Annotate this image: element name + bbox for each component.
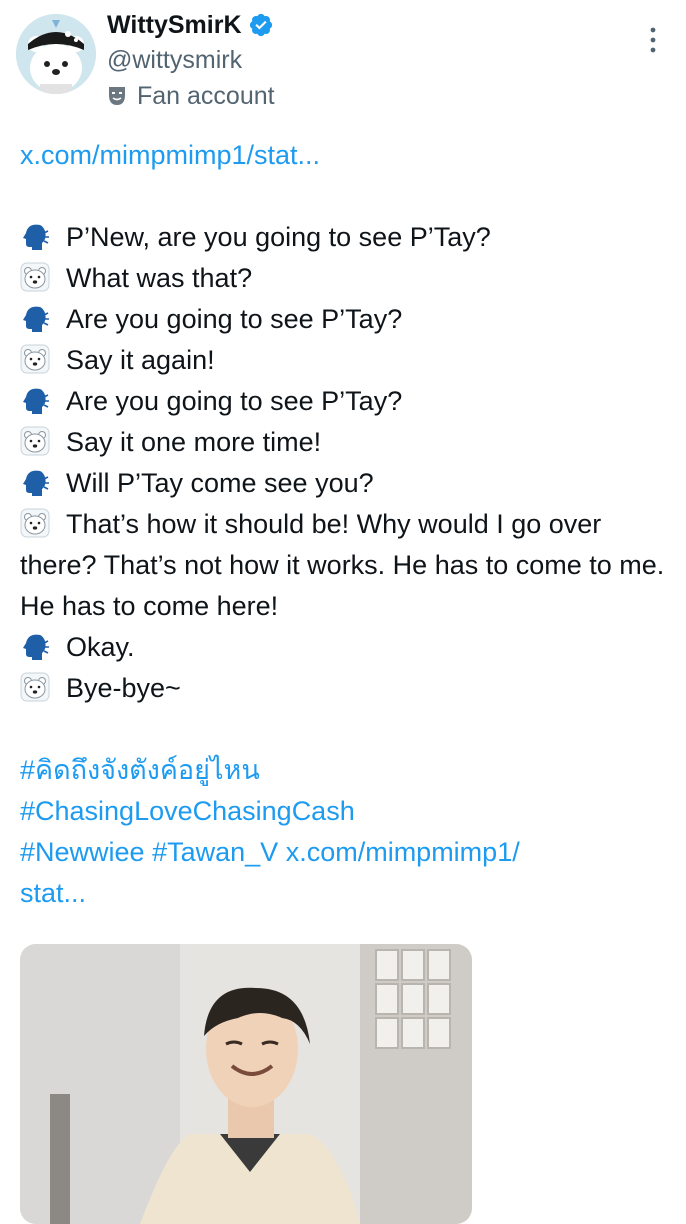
- user-handle[interactable]: @wittysmirk: [107, 44, 242, 76]
- fan-account-label: Fan account: [137, 82, 275, 110]
- polar-bear-icon: [20, 262, 50, 292]
- account-label: Fan account: [107, 80, 275, 112]
- dialogue-text: Bye-bye~: [66, 673, 181, 703]
- dialogue-line: P’New, are you going to see P’Tay?: [20, 217, 670, 258]
- dialogue-line: Bye-bye~: [20, 668, 670, 709]
- polar-bear-icon: [20, 508, 50, 538]
- dialogue-line: Are you going to see P’Tay?: [20, 381, 670, 422]
- dialogue-text: P’New, are you going to see P’Tay?: [66, 222, 491, 252]
- speaking-head-icon: [20, 221, 50, 251]
- dialogue-text: Are you going to see P’Tay?: [66, 386, 403, 416]
- theater-mask-icon: [107, 85, 127, 107]
- speaking-head-icon: [20, 303, 50, 333]
- polar-bear-icon: [20, 344, 50, 374]
- polar-bear-icon: [20, 672, 50, 702]
- name-row: WittySmirK: [107, 8, 274, 42]
- hashtag-link[interactable]: #ChasingLoveChasingCash: [20, 796, 355, 826]
- more-vertical-icon: [650, 27, 656, 53]
- dialogue-text: What was that?: [66, 263, 253, 293]
- dialogue-text: Say it one more time!: [66, 427, 322, 457]
- speaking-head-icon: [20, 467, 50, 497]
- tweet-link-top[interactable]: x.com/mimpmimp1/stat...: [20, 140, 320, 170]
- tweet-header: WittySmirK @wittysmirk Fan account: [0, 0, 686, 120]
- dialogue-line: Say it again!: [20, 340, 670, 381]
- dialogue-text: Will P’Tay come see you?: [66, 468, 374, 498]
- speaking-head-icon: [20, 631, 50, 661]
- hashtag-link[interactable]: #Newwiee: [20, 837, 145, 867]
- dialogue-text: Okay.: [66, 632, 135, 662]
- display-name[interactable]: WittySmirK: [107, 8, 242, 42]
- dialogue-text: That’s how it should be! Why would I go …: [20, 509, 665, 621]
- dialogue-line: Okay.: [20, 627, 670, 668]
- dialogue-line: Will P’Tay come see you?: [20, 463, 670, 504]
- hashtag-link[interactable]: #Tawan_V: [152, 837, 278, 867]
- hashtag-link[interactable]: #คิดถึงจังตังค์อยู่ไหน: [20, 755, 260, 785]
- dialogue-line: What was that?: [20, 258, 670, 299]
- tweet-link-bottom[interactable]: x.com/mimpmimp1/: [286, 837, 520, 867]
- tweet-link-bottom-continued[interactable]: stat...: [20, 878, 86, 908]
- tweet-text: x.com/mimpmimp1/stat... P’New, are you g…: [20, 135, 670, 914]
- dialogue-text: Are you going to see P’Tay?: [66, 304, 403, 334]
- dialogue-text: Say it again!: [66, 345, 215, 375]
- polar-bear-icon: [20, 426, 50, 456]
- video-thumbnail[interactable]: [20, 944, 472, 1224]
- verified-badge-icon: [248, 12, 274, 38]
- dialogue-line: Say it one more time!: [20, 422, 670, 463]
- speaking-head-icon: [20, 385, 50, 415]
- dialogue-line: Are you going to see P’Tay?: [20, 299, 670, 340]
- bear-avatar[interactable]: [16, 14, 96, 94]
- dialogue-line: That’s how it should be! Why would I go …: [20, 504, 670, 627]
- more-options-button[interactable]: [638, 20, 668, 60]
